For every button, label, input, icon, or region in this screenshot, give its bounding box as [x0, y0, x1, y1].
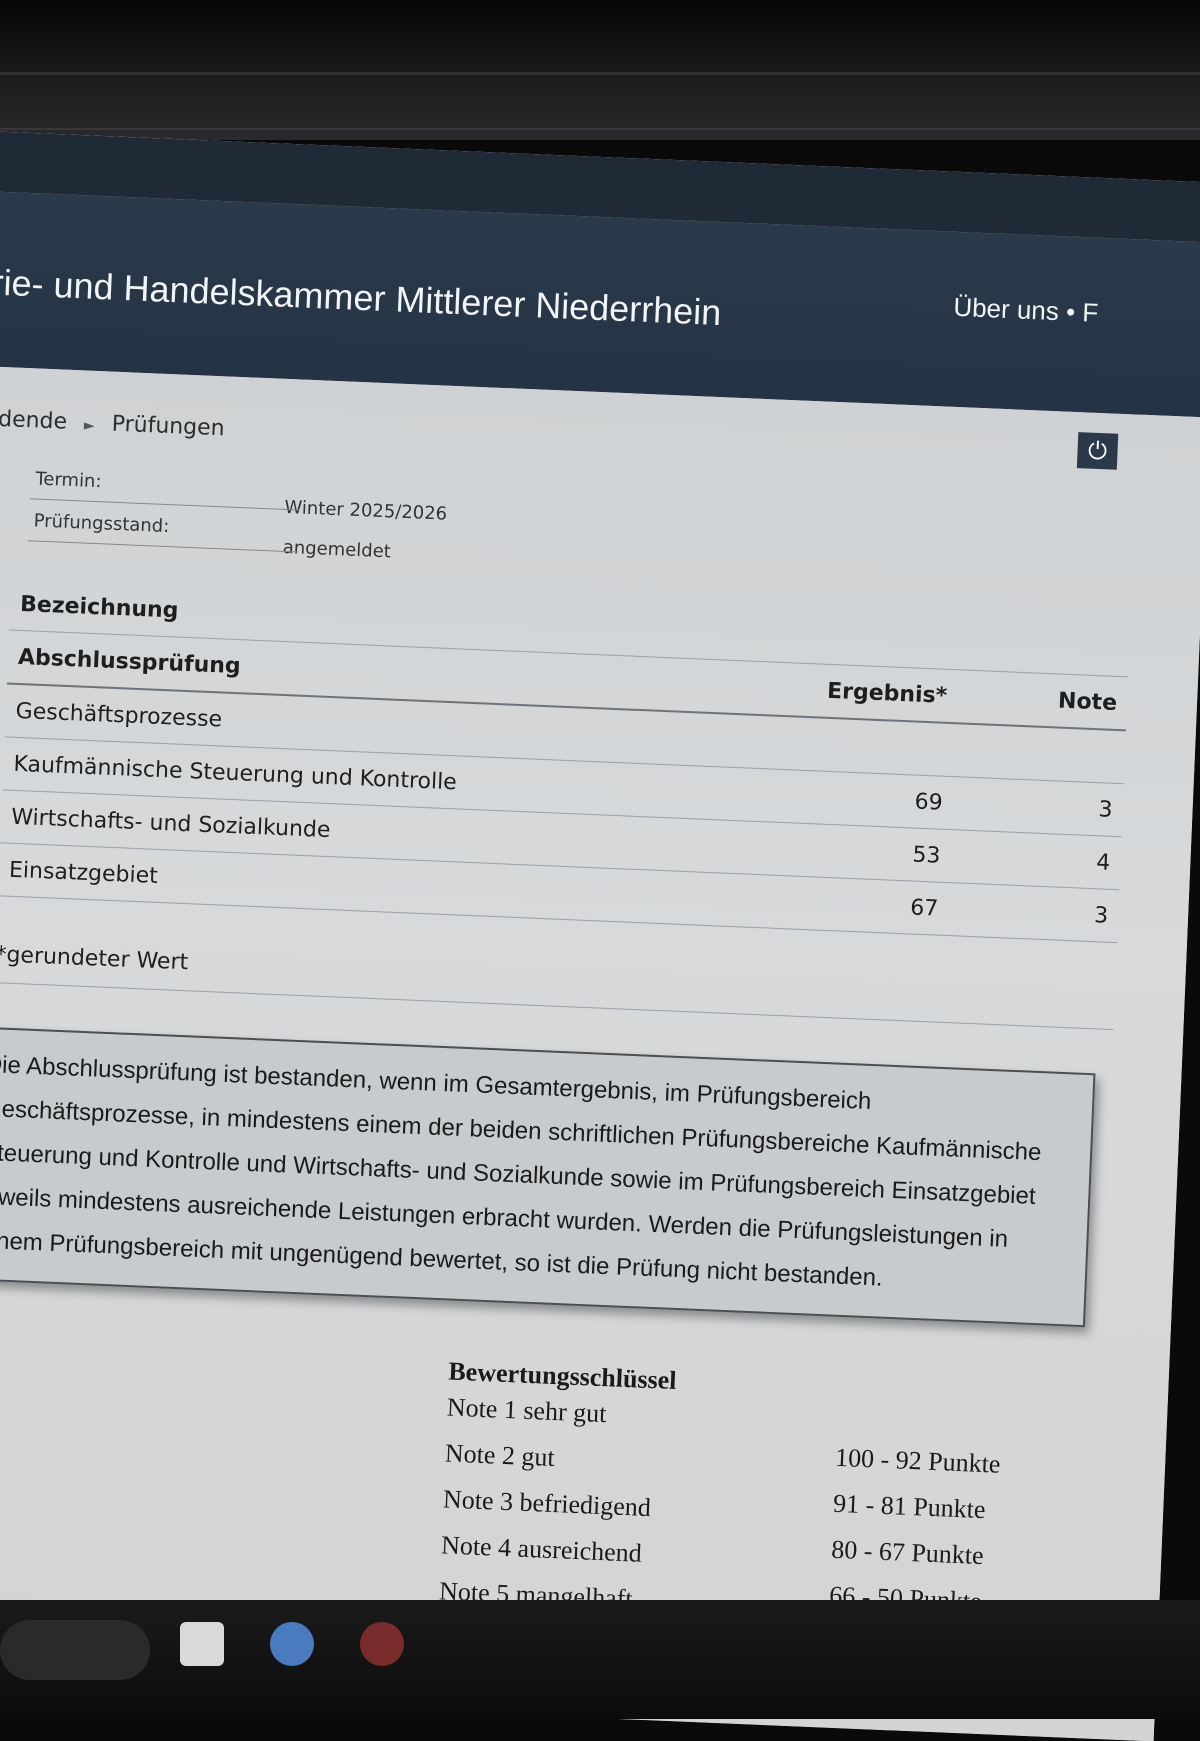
grade-label: Note 1 sehr gut: [446, 1392, 608, 1429]
notice-box: Die Abschlussprüfung ist bestanden, wenn…: [0, 1025, 1096, 1328]
breadcrumb: ildende ► Prüfungen: [0, 406, 225, 441]
stand-value: angemeldet: [282, 536, 392, 563]
row-ergebnis: 53: [789, 822, 952, 883]
col-ergebnis: Ergebnis*: [796, 663, 959, 724]
monitor-bezel: [0, 0, 1200, 140]
row-ergebnis: 69: [791, 769, 954, 830]
row-ergebnis: [793, 716, 957, 777]
row-note: 3: [947, 882, 1120, 943]
divider: [27, 540, 298, 553]
breadcrumb-separator-icon: ►: [83, 417, 96, 434]
main-content: ildende ► Prüfungen ⏻ Termin: Winter 202…: [0, 364, 1200, 1741]
taskbar: [0, 1600, 1200, 1719]
termin-value: Winter 2025/2026: [284, 496, 448, 525]
row-ergebnis: 67: [787, 875, 950, 936]
row-note: 3: [951, 776, 1124, 837]
browser-screen: rie- und Handelskammer Mittlerer Niederr…: [0, 130, 1200, 1741]
row-note: [953, 723, 1126, 784]
grade-label: Note 2 gut: [444, 1438, 556, 1473]
termin-label: Termin:: [35, 468, 102, 493]
file-explorer-icon[interactable]: [180, 1622, 224, 1666]
breadcrumb-item-pruefungen[interactable]: Prüfungen: [111, 412, 225, 442]
power-icon[interactable]: ⏻: [1076, 432, 1119, 470]
nav-ueber-uns[interactable]: Über uns • F: [953, 292, 1099, 329]
notice-text: Die Abschlussprüfung ist bestanden, wenn…: [0, 1050, 1042, 1292]
row-note: 4: [949, 829, 1122, 890]
col-note: Note: [956, 669, 1129, 731]
breadcrumb-item-auszubildende[interactable]: ildende: [0, 406, 68, 434]
site-title: rie- und Handelskammer Mittlerer Niederr…: [0, 261, 723, 334]
bezel-edge-lower: [0, 128, 1200, 130]
results-table: Bezeichnung Abschlussprüfung Ergebnis* N…: [0, 577, 1131, 944]
footnote: *gerundeter Wert: [0, 942, 189, 976]
exam-info: Termin: Winter 2025/2026 Prüfungsstand: …: [27, 468, 635, 562]
mail-icon[interactable]: [270, 1622, 314, 1666]
bezel-edge: [0, 72, 1200, 75]
app-icon[interactable]: [360, 1622, 404, 1666]
divider: [0, 980, 1114, 1031]
points-value: 91 - 81 Punkte: [832, 1488, 987, 1525]
points-value: 100 - 92 Punkte: [834, 1442, 1002, 1479]
divider: [29, 498, 300, 511]
stand-label: Prüfungsstand:: [33, 510, 170, 538]
taskbar-search[interactable]: [0, 1620, 150, 1680]
points-value: 80 - 67 Punkte: [830, 1534, 985, 1571]
